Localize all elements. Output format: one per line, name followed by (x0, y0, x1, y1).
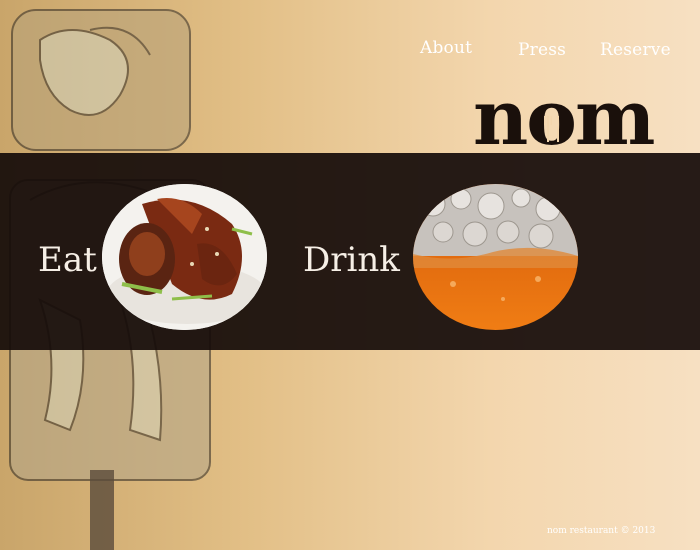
footer-copyright: nom restaurant © 2013 (547, 526, 656, 536)
nav-press-link[interactable]: Press (518, 40, 566, 60)
drink-link[interactable]: Drink (303, 240, 400, 280)
nav-about-link[interactable]: About (420, 38, 472, 58)
beer-foam-photo (413, 184, 578, 330)
chicken-dish-photo (102, 184, 267, 330)
logo-text: nom (473, 73, 655, 162)
drink-image[interactable] (413, 184, 578, 330)
main-nav: About Press Reserve (0, 38, 700, 68)
eat-link[interactable]: Eat (38, 240, 97, 280)
fork-knife-icon (544, 116, 559, 142)
eat-image[interactable] (102, 184, 267, 330)
nom-logo[interactable]: nom (473, 76, 673, 160)
nav-reserve-link[interactable]: Reserve (600, 40, 671, 60)
